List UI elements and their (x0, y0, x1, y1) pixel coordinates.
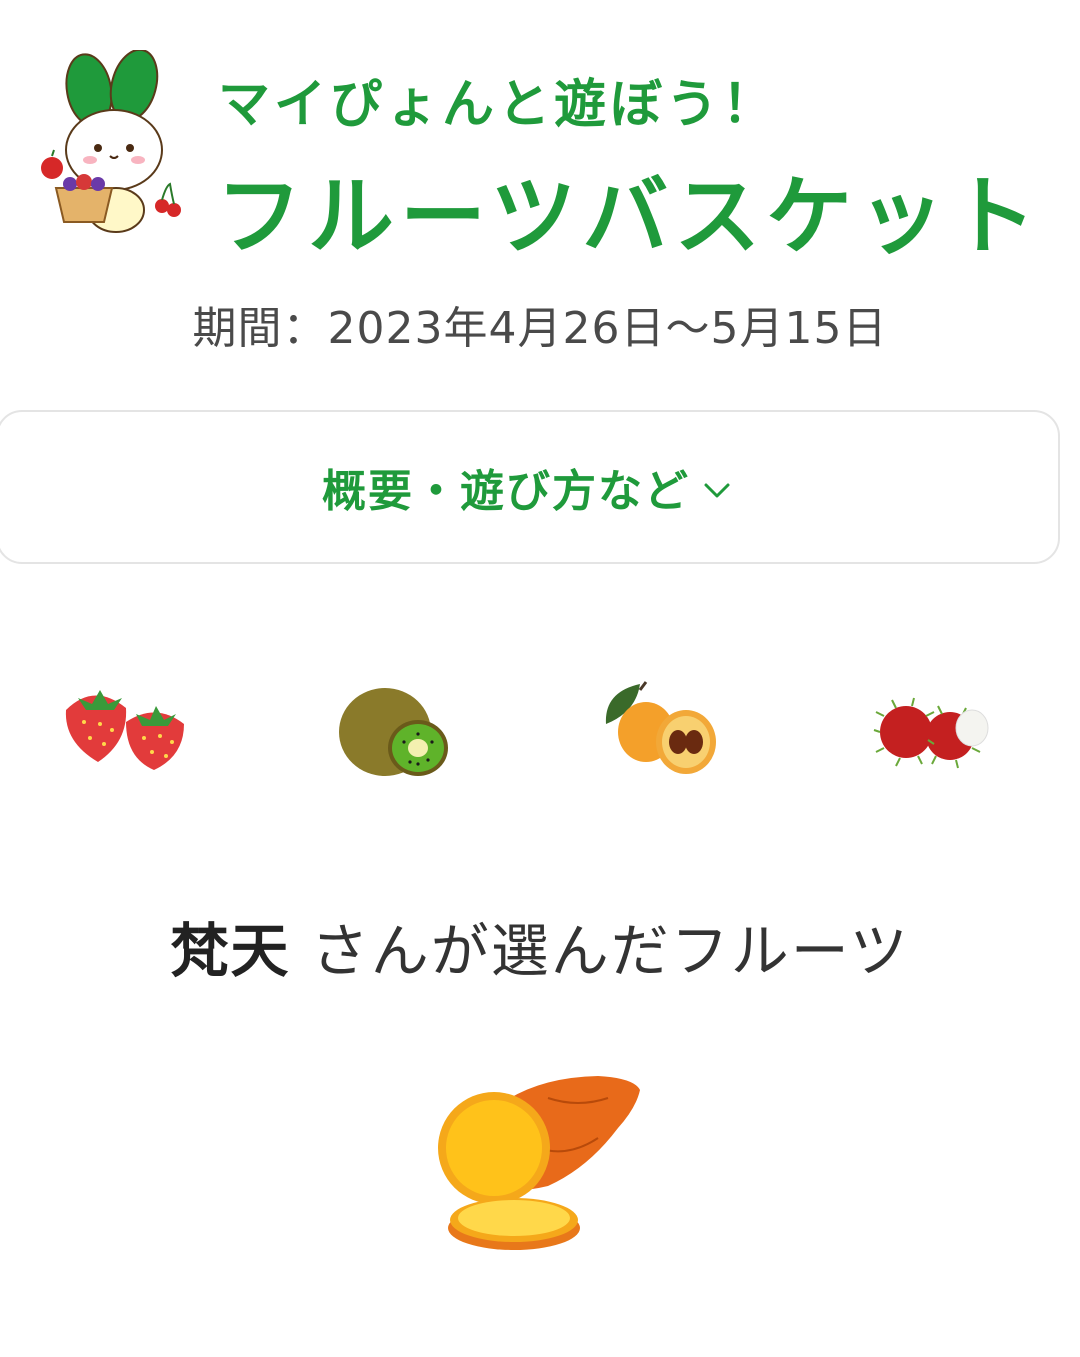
fruit-selection-row (0, 672, 1080, 792)
rambutan-icon[interactable] (866, 672, 1016, 792)
accordion-label: 概要・遊び方など (322, 466, 690, 517)
sweet-potato-icon (438, 1076, 640, 1250)
header: マイぴょんと遊ぼう！ フルーツバスケット (0, 0, 1080, 280)
loquat-icon[interactable] (596, 672, 746, 792)
user-name: 梵天 (170, 917, 291, 985)
mascot-rabbit-icon (41, 50, 181, 233)
chevron-down-icon (704, 483, 730, 498)
page-subtitle: マイぴょんと遊ぼう！ (218, 75, 779, 135)
overview-accordion-button[interactable]: 概要・遊び方など (0, 410, 1060, 564)
event-period: 期間：2023年4月26日～5月15日 (192, 303, 888, 354)
strawberry-icon[interactable] (56, 672, 206, 792)
chosen-caption-text: さんが選んだフルーツ (290, 917, 910, 985)
kiwi-icon[interactable] (330, 672, 480, 792)
page-title: フルーツバスケット (216, 167, 1043, 267)
chosen-fruit-caption: 梵天 さんが選んだフルーツ (0, 904, 1080, 988)
